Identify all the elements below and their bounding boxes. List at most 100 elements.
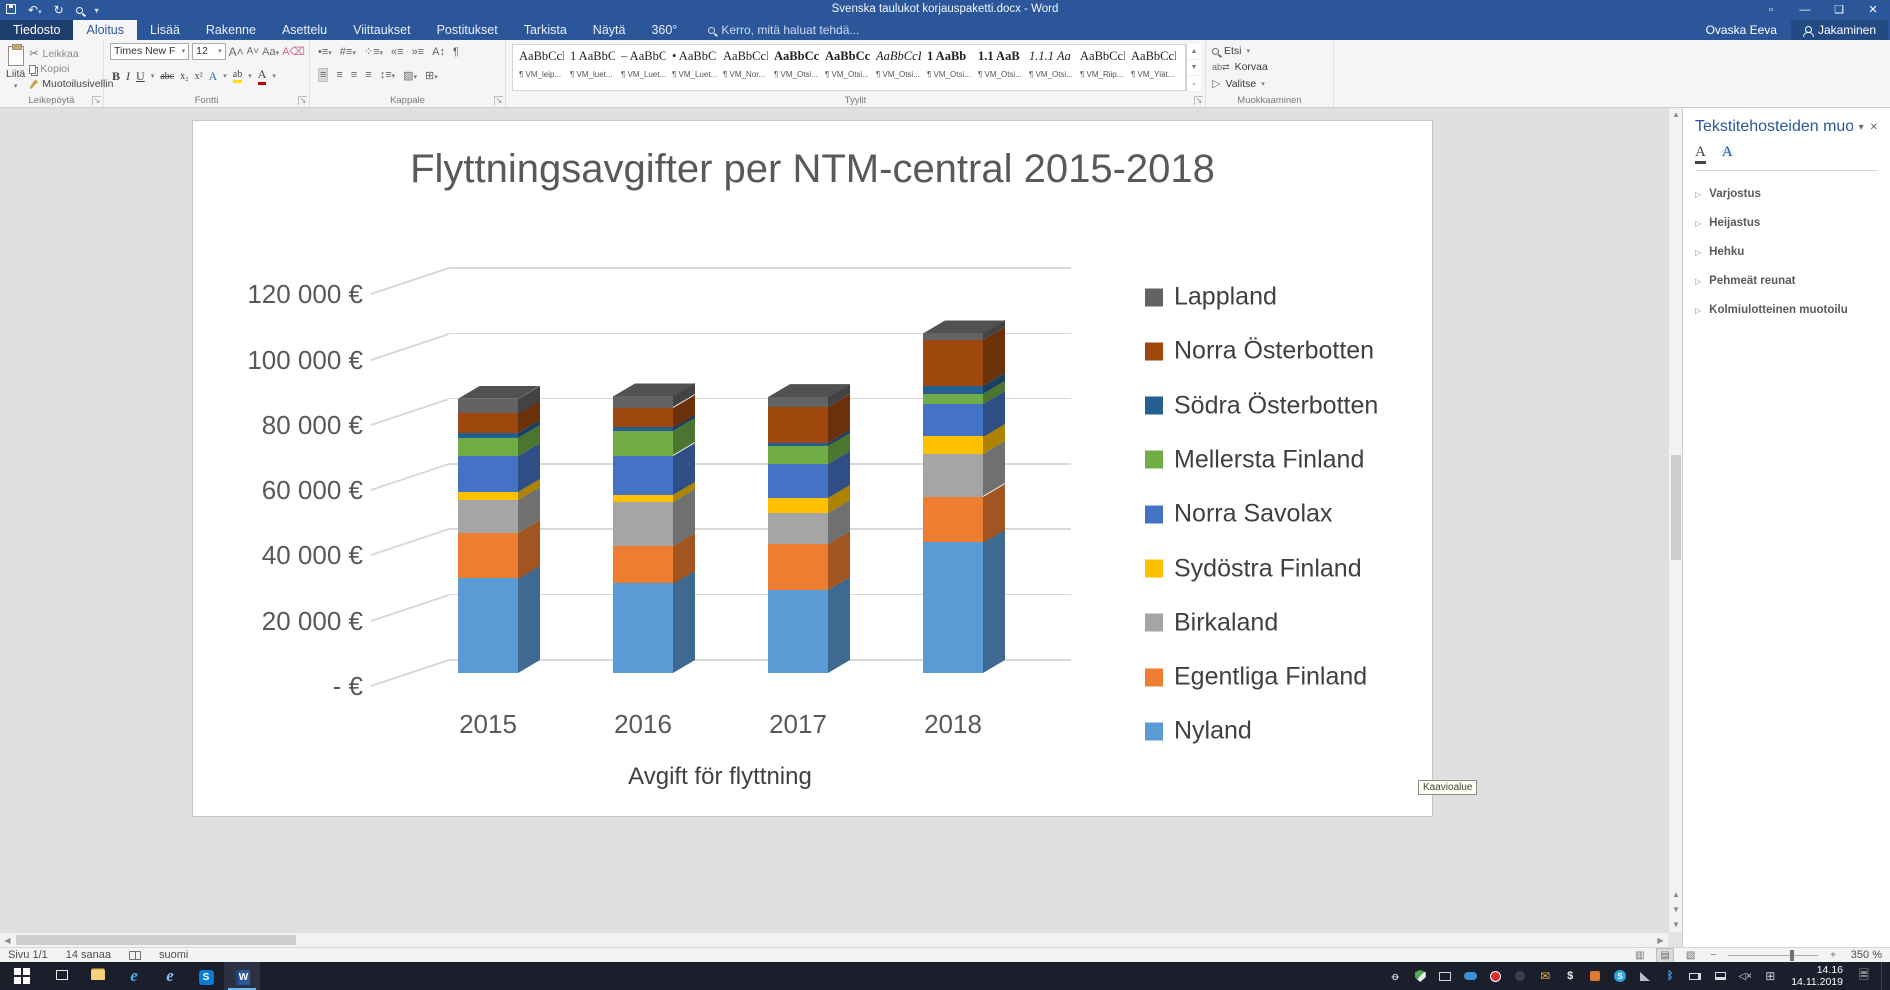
highlight-button[interactable]: ab — [233, 69, 242, 83]
justify-button[interactable]: ≡ — [365, 69, 371, 81]
bar-segment-nyland-2015[interactable] — [458, 578, 518, 673]
legend-item-mellersta-finland[interactable]: Mellersta Finland — [1145, 445, 1364, 474]
tray-bluetooth-icon[interactable]: ᛒ — [1662, 968, 1678, 984]
bar-segment-egentliga-finland-2018[interactable] — [923, 497, 983, 543]
tray-battery-icon[interactable] — [1687, 968, 1703, 984]
bar-segment-mellersta-finland-2018[interactable] — [923, 394, 983, 404]
bar-segment-lappland-2016[interactable] — [613, 396, 673, 407]
word-count[interactable]: 14 sanaa — [66, 949, 111, 961]
taskbar-app-edge[interactable]: e — [116, 962, 152, 990]
line-spacing-button[interactable]: ↕≡▾ — [380, 69, 395, 81]
text-effects-tab[interactable]: A — [1722, 144, 1733, 164]
bar-segment-mellersta-finland-2015[interactable] — [458, 438, 518, 456]
scroll-up-arrow[interactable]: ▲ — [1669, 108, 1683, 122]
bar-segment-egentliga-finland-2017[interactable] — [768, 544, 828, 590]
style-gallery-item[interactable]: AaBbCcI¶ VM_Otsi... — [870, 45, 921, 90]
account-name[interactable]: Ovaska Eeva — [1706, 23, 1777, 37]
language-indicator[interactable]: suomi — [159, 949, 188, 961]
styles-scroll-up-button[interactable]: ▲ — [1187, 44, 1201, 60]
tab-asettelu[interactable]: Asettelu — [269, 20, 340, 40]
zoom-out-button[interactable]: − — [1707, 949, 1719, 962]
bullets-button[interactable]: •≡▾ — [318, 46, 332, 58]
sort-button[interactable]: A↕ — [432, 46, 445, 58]
task-pane-item-kolmiulotteinen-muotoilu[interactable]: ▷Kolmiulotteinen muotoilu — [1695, 304, 1878, 316]
task-pane-item-pehme-t-reunat[interactable]: ▷Pehmeät reunat — [1695, 275, 1878, 287]
tray-people-icon[interactable]: ꝋ — [1387, 968, 1403, 984]
borders-button[interactable]: ⊞▾ — [425, 69, 438, 82]
superscript-button[interactable]: x² — [195, 71, 203, 82]
bar-segment-norra-savolax-2017[interactable] — [768, 464, 828, 498]
previous-page-button[interactable]: ▲ — [1669, 888, 1683, 902]
style-gallery-item[interactable]: • AaBbC¶ VM_Luet... — [666, 45, 717, 90]
tray-banking-icon[interactable]: $ — [1562, 968, 1578, 984]
close-button[interactable]: ✕ — [1856, 0, 1890, 21]
paste-button[interactable]: Liitä ▾ — [6, 43, 25, 93]
vertical-scroll-thumb[interactable] — [1671, 455, 1681, 560]
task-pane-item-varjostus[interactable]: ▷Varjostus — [1695, 188, 1878, 200]
styles-scroll-down-button[interactable]: ▼ — [1187, 60, 1201, 76]
style-gallery-item[interactable]: 1 AaBbC¶ VM_luet... — [564, 45, 615, 90]
bar-segment-nyland-2017[interactable] — [768, 590, 828, 673]
horizontal-scroll-thumb[interactable] — [16, 935, 296, 945]
font-size-combo[interactable]: 12▾ — [192, 43, 225, 60]
legend-item-egentliga-finland[interactable]: Egentliga Finland — [1145, 663, 1367, 692]
tab-rakenne[interactable]: Rakenne — [193, 20, 269, 40]
bar-segment-lappland-2015[interactable] — [458, 399, 518, 414]
tray-onedrive-icon[interactable] — [1462, 968, 1478, 984]
taskbar-app-word[interactable]: W — [224, 962, 260, 990]
scroll-left-arrow[interactable]: ◀ — [0, 933, 15, 948]
next-page-button[interactable]: ▼ — [1669, 903, 1683, 917]
bar-segment-mellersta-finland-2016[interactable] — [613, 431, 673, 455]
copy-button[interactable]: Kopioi — [29, 63, 113, 75]
tray-package-icon[interactable] — [1587, 968, 1603, 984]
bar-segment-norra-sterbotten-2018[interactable] — [923, 340, 983, 386]
bar-segment-birkaland-2016[interactable] — [613, 502, 673, 546]
align-left-button[interactable]: ≡ — [318, 68, 328, 82]
task-pane-item-heijastus[interactable]: ▷Heijastus — [1695, 217, 1878, 229]
bar-segment-birkaland-2015[interactable] — [458, 500, 518, 533]
shading-button[interactable]: ▨▾ — [403, 69, 417, 82]
legend-item-nyland[interactable]: Nyland — [1145, 717, 1252, 746]
bar-segment-lappland-2017[interactable] — [768, 397, 828, 407]
legend-item-norra-savolax[interactable]: Norra Savolax — [1145, 500, 1332, 529]
bar-segment-s-dra-sterbotten-2016[interactable] — [613, 427, 673, 431]
bar-segment-mellersta-finland-2017[interactable] — [768, 446, 828, 464]
tab-postitukset[interactable]: Postitukset — [424, 20, 511, 40]
tell-me-box[interactable]: Kerro, mitä haluat tehdä... — [708, 20, 859, 40]
underline-button[interactable]: U — [136, 69, 145, 84]
chart-title[interactable]: Flyttningsavgifter per NTM-central 2015-… — [193, 147, 1432, 192]
font-color-button[interactable]: A — [258, 67, 267, 85]
tray-defender-icon[interactable] — [1412, 968, 1428, 984]
document-page[interactable]: Flyttningsavgifter per NTM-central 2015-… — [192, 120, 1433, 817]
subscript-button[interactable]: x₂ — [180, 71, 189, 82]
zoom-slider-handle[interactable] — [1790, 950, 1794, 961]
bar-segment-egentliga-finland-2016[interactable] — [613, 546, 673, 584]
minimize-button[interactable]: — — [1788, 0, 1822, 21]
tab-tarkista[interactable]: Tarkista — [511, 20, 580, 40]
bar-segment-s-dra-sterbotten-2015[interactable] — [458, 433, 518, 438]
tray-volume-mute-icon[interactable]: ◁× — [1737, 968, 1753, 984]
multilevel-list-button[interactable]: ⁘≡▾ — [364, 45, 383, 58]
align-center-button[interactable]: ≡ — [336, 69, 342, 81]
style-gallery-item[interactable]: AaBbCcI¶ VM_Otsi... — [819, 45, 870, 90]
read-mode-button[interactable]: ▥ — [1632, 949, 1647, 962]
taskbar-app-skype-business[interactable]: S — [188, 962, 224, 990]
show-desktop-button[interactable] — [1881, 962, 1886, 990]
vertical-scrollbar[interactable]: ▲ ▲ ▼ ▼ — [1668, 108, 1682, 932]
legend-item-syd-stra-finland[interactable]: Sydöstra Finland — [1145, 554, 1362, 583]
zoom-slider[interactable] — [1728, 955, 1818, 956]
change-case-button[interactable]: Aa▾ — [262, 46, 279, 58]
style-gallery-item[interactable]: AaBbCcI¶ VM_Nor... — [717, 45, 768, 90]
cut-button[interactable]: ✂Leikkaa — [29, 47, 113, 60]
document-area[interactable]: Flyttningsavgifter per NTM-central 2015-… — [0, 108, 1668, 932]
font-dialog-launcher[interactable]: ↘ — [298, 96, 307, 105]
show-paragraph-marks-button[interactable]: ¶ — [453, 46, 459, 58]
style-gallery-item[interactable]: AaBbCcI¶ VM_Riip... — [1074, 45, 1125, 90]
taskbar-app-file-explorer[interactable] — [80, 962, 116, 990]
text-effects-button[interactable]: A — [209, 69, 218, 84]
tab-tiedosto[interactable]: Tiedosto — [0, 20, 73, 40]
tab-360-[interactable]: 360° — [638, 20, 690, 40]
tray-antivirus-icon[interactable] — [1487, 968, 1503, 984]
font-family-combo[interactable]: Times New F▾ — [110, 43, 189, 60]
print-layout-button[interactable]: ▤ — [1656, 948, 1673, 963]
